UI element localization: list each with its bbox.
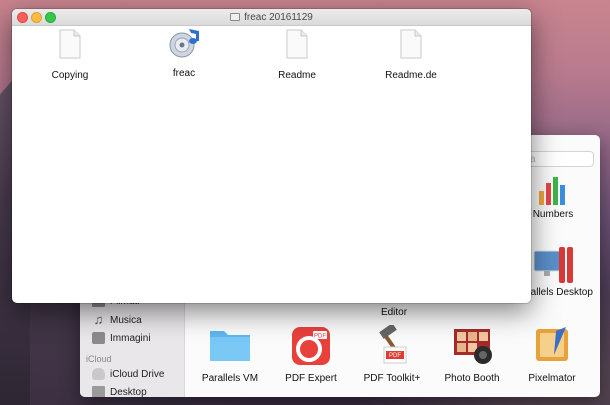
music-icon: ♫ (93, 312, 104, 327)
app-label: Photo Booth (444, 373, 500, 384)
app-label: Editor (380, 307, 408, 318)
document-icon (59, 29, 81, 59)
freac-app-icon (169, 29, 199, 58)
document-icon (400, 29, 422, 59)
sidebar-item-immagini[interactable]: Immagini (92, 330, 151, 346)
app-pdf-toolkit[interactable]: PDF PDF Toolkit+ (364, 323, 420, 384)
sidebar-item-icloud-drive[interactable]: iCloud Drive (92, 366, 164, 382)
camera-icon (92, 332, 105, 344)
sidebar-item-label: Immagini (110, 332, 151, 344)
desktop-icon (92, 386, 105, 397)
app-label: Pixelmator (528, 373, 576, 384)
sidebar-item-label: Desktop (110, 386, 147, 398)
file-readme-de[interactable]: Readme.de (376, 29, 446, 81)
file-freac[interactable]: freac (149, 29, 219, 79)
app-pixelmator[interactable]: Pixelmator (528, 325, 576, 384)
app-numbers[interactable]: Numbers (533, 173, 573, 220)
window-title: freac 20161129 (12, 9, 531, 25)
app-label: PDF Toolkit+ (363, 373, 421, 384)
photo-booth-icon (454, 329, 492, 364)
sidebar-item-label: Musica (110, 314, 142, 326)
finder-window-freac[interactable]: freac 20161129 Copying freac Readme Read… (12, 9, 531, 303)
sidebar-item-label: iCloud Drive (110, 368, 165, 380)
file-copying[interactable]: Copying (35, 29, 105, 81)
sidebar-item-desktop[interactable]: Desktop (92, 384, 147, 397)
svg-text:PDF: PDF (314, 334, 326, 340)
parallels-desktop-icon (533, 247, 573, 283)
svg-text:PDF: PDF (389, 353, 401, 359)
folder-icon (210, 331, 250, 361)
window-titlebar[interactable]: freac 20161129 (12, 9, 531, 26)
pdf-toolkit-icon: PDF (379, 323, 407, 364)
app-photo-booth[interactable]: Photo Booth (444, 325, 500, 384)
pixelmator-icon (536, 327, 568, 361)
file-label: Readme.de (385, 70, 437, 81)
numbers-icon (539, 177, 565, 205)
app-parallels-desktop[interactable]: Parallels Desktop (515, 245, 593, 298)
app-parallels-vm[interactable]: Parallels VM (202, 325, 258, 384)
file-readme[interactable]: Readme (262, 29, 332, 81)
search-field[interactable]: ca (520, 151, 594, 167)
cloud-icon (92, 368, 105, 380)
app-label: PDF Expert (285, 373, 337, 384)
pdf-expert-icon: PDF (292, 327, 330, 365)
app-pdf-expert[interactable]: PDF PDF Expert (285, 325, 337, 384)
document-icon (286, 29, 308, 59)
window-title-text: freac 20161129 (244, 11, 313, 23)
sidebar-section-icloud: iCloud (86, 354, 112, 364)
drive-icon (230, 13, 241, 21)
file-label: freac (172, 68, 196, 79)
file-label: Copying (51, 70, 89, 81)
sidebar-item-musica[interactable]: ♫ Musica (92, 312, 142, 328)
app-label: Parallels VM (201, 373, 259, 384)
file-label: Readme (278, 70, 316, 81)
